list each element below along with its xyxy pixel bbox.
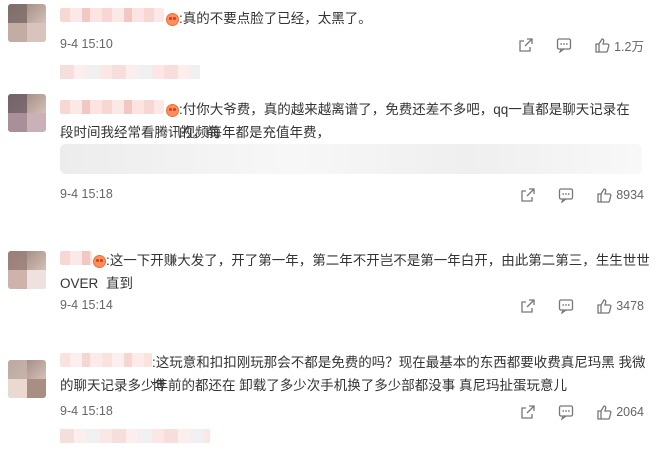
reply-preview-redacted[interactable] (60, 65, 200, 79)
thumbs-up-icon[interactable] (596, 298, 612, 314)
avatar[interactable] (8, 251, 46, 289)
comment-actions: 1.2万 (496, 36, 644, 54)
emoji-icon (93, 255, 106, 268)
timestamp: 9-4 15:18 (60, 404, 113, 418)
thumbs-up-icon[interactable] (594, 37, 610, 53)
comment-actions: 8934 (498, 186, 644, 204)
thumbs-up-icon[interactable] (596, 187, 612, 203)
comment-icon[interactable] (558, 404, 574, 420)
comment-icon[interactable] (558, 187, 574, 203)
emoji-icon (166, 13, 179, 26)
share-icon[interactable] (520, 404, 536, 420)
comment-4: :这玩意和扣扣刚玩那会不都是免费的吗？现在最基本的东西都要收费真尼玛黑 我微博 … (0, 343, 658, 454)
reply-preview-redacted[interactable] (60, 429, 210, 443)
avatar[interactable] (8, 360, 46, 398)
avatar[interactable] (8, 94, 46, 132)
comment-icon[interactable] (558, 298, 574, 314)
share-icon[interactable] (520, 187, 536, 203)
like-count: 1.2万 (614, 39, 644, 54)
username-redacted[interactable] (60, 353, 152, 367)
comment-2: :付你大爷费，真的越来越离谱了，免费还差不多吧，qq一直都是聊天记录在的，前 段… (0, 86, 658, 231)
avatar[interactable] (8, 4, 46, 42)
comment-3: :这一下开赚大发了，开了第一年，第二年不开岂不是第一年白开，由此第二第三，生生世… (0, 231, 658, 343)
username-redacted[interactable] (60, 100, 164, 114)
like-count: 3478 (616, 299, 644, 313)
comment-text-line2: 段时间我经常看腾讯视频每年都是充值年费， (60, 125, 330, 140)
share-icon[interactable] (518, 37, 534, 53)
timestamp: 9-4 15:10 (60, 37, 113, 51)
timestamp: 9-4 15:18 (60, 187, 113, 201)
comment-icon[interactable] (556, 37, 572, 53)
like-count: 2064 (616, 405, 644, 419)
username-redacted[interactable] (60, 251, 92, 265)
comment-text-line2: OVER (60, 276, 99, 291)
like-count: 8934 (616, 188, 644, 202)
share-icon[interactable] (520, 298, 536, 314)
comment-text: :真的不要点脸了已经，太黑了。 (179, 11, 372, 26)
redacted-text (60, 144, 642, 174)
comment-actions: 2064 (498, 403, 644, 421)
comment-actions: 3478 (498, 297, 644, 315)
username-redacted[interactable] (60, 8, 164, 22)
comment-text-line2: 的聊天记录多少年前的都还在 卸载了多少次手机换了多少部都没事 真尼玛扯蛋玩意儿 (60, 378, 568, 393)
timestamp: 9-4 15:14 (60, 298, 113, 312)
emoji-icon (166, 104, 179, 117)
thumbs-up-icon[interactable] (596, 404, 612, 420)
comment-1: :真的不要点脸了已经，太黑了。 9-4 15:10 1.2万 (0, 0, 658, 86)
